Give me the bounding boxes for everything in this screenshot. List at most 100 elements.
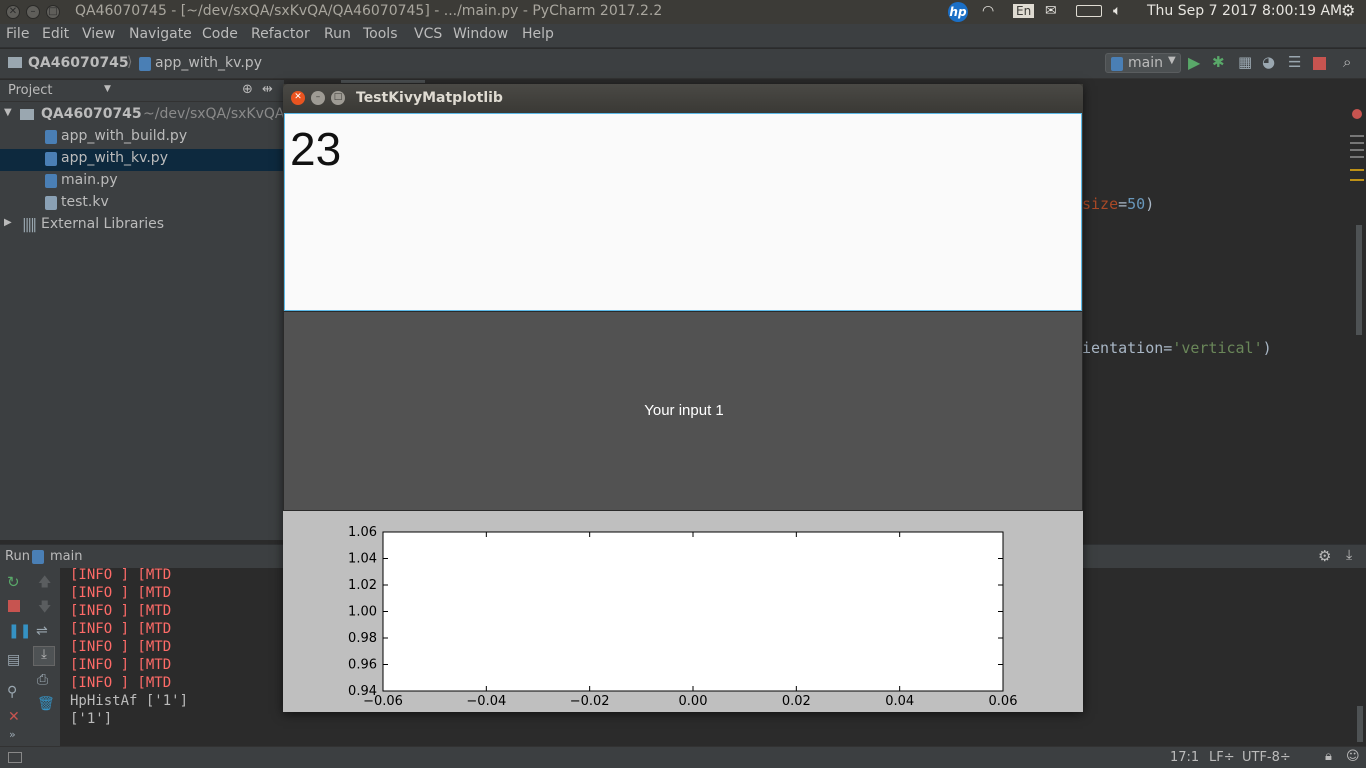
maximize-icon[interactable]: □ <box>331 91 345 105</box>
rerun-icon[interactable]: ↻ <box>7 573 20 591</box>
python-icon <box>1111 57 1123 71</box>
hp-icon[interactable]: hp <box>948 2 968 22</box>
kivy-title-bar[interactable]: ✕ – □ TestKivyMatplotlib <box>283 84 1083 113</box>
inspector-icon[interactable]: ☺ <box>1346 749 1360 764</box>
y-tick-label: 1.02 <box>348 578 377 593</box>
chevron-right-icon[interactable]: ▶ <box>4 217 12 228</box>
menu-view[interactable]: View <box>82 26 115 42</box>
concurrency-icon[interactable]: ☰ <box>1288 53 1301 71</box>
arrow-up-icon[interactable]: 🡅 <box>38 573 51 595</box>
console-scrollbar[interactable] <box>1357 706 1363 742</box>
maximize-window-button[interactable]: □ <box>46 5 60 19</box>
search-icon[interactable]: ⌕ <box>1343 53 1351 71</box>
arrow-down-icon[interactable]: 🡇 <box>38 598 51 620</box>
scroll-to-end-icon[interactable]: ⤓ <box>33 646 55 666</box>
minimize-window-button[interactable]: – <box>26 5 40 19</box>
profile-icon[interactable]: ◕ <box>1262 53 1275 71</box>
minimize-icon[interactable]: – <box>311 91 325 105</box>
run-panel-title: Run <box>5 549 30 564</box>
clock[interactable]: Thu Sep 7 2017 8:00:19 AM <box>1147 3 1342 19</box>
tree-external-libraries[interactable]: ▶ |||‖ External Libraries <box>0 215 284 237</box>
chevron-down-icon[interactable]: ▼ <box>104 84 111 94</box>
pin-icon[interactable]: ⚲ <box>7 684 17 700</box>
pause-icon[interactable]: ❚❚ <box>8 623 31 639</box>
close-icon[interactable]: ✕ <box>291 91 305 105</box>
close-window-button[interactable]: ✕ <box>6 5 20 19</box>
settings-icon[interactable]: ⇹ <box>262 82 273 97</box>
project-panel-header: Project ▼ ⊕ ⇹ <box>0 80 284 102</box>
breadcrumb-separator: ⟩ <box>127 54 133 70</box>
stop-icon[interactable] <box>1313 57 1326 70</box>
python-file-icon <box>45 152 57 166</box>
menu-navigate[interactable]: Navigate <box>129 26 192 42</box>
wifi-icon[interactable]: ◠ <box>982 3 994 19</box>
more-icon[interactable]: » <box>9 728 16 741</box>
run-tab-label[interactable]: main <box>50 549 82 564</box>
trash-icon[interactable]: 🗑︎ <box>37 696 55 712</box>
tree-file-label: test.kv <box>61 194 109 210</box>
chevron-down-icon[interactable]: ▼ <box>4 107 12 118</box>
gear-icon[interactable]: ⚙ <box>1341 1 1355 20</box>
caret-position[interactable]: 17:1 <box>1170 750 1199 765</box>
tree-root-label: QA46070745 <box>41 106 142 122</box>
line-separator[interactable]: LF÷ <box>1209 750 1235 765</box>
menu-window[interactable]: Window <box>453 26 508 42</box>
project-view-select[interactable]: Project <box>8 83 52 98</box>
tree-file-item[interactable]: test.kv <box>0 193 284 215</box>
folder-icon <box>20 109 34 120</box>
debug-icon[interactable]: ✱ <box>1212 53 1225 71</box>
folder-icon <box>8 57 22 68</box>
menu-help[interactable]: Help <box>522 26 554 42</box>
kivy-window-title: TestKivyMatplotlib <box>356 90 503 106</box>
project-panel: Project ▼ ⊕ ⇹ ▼ QA46070745 ~/dev/sxQA/sx… <box>0 80 284 540</box>
menu-code[interactable]: Code <box>202 26 238 42</box>
editor-scrollbar[interactable] <box>1356 225 1362 335</box>
keyboard-layout-indicator[interactable]: En <box>1013 4 1035 18</box>
editor-tab-indicator <box>341 80 425 83</box>
lock-icon[interactable]: 🔒︎ <box>1325 749 1332 764</box>
menu-tools[interactable]: Tools <box>363 26 398 42</box>
menu-vcs[interactable]: VCS <box>414 26 442 42</box>
matplotlib-canvas[interactable]: −0.06 −0.04 −0.02 0.00 0.02 0.04 0.06 1.06 1.04 1… <box>283 511 1083 712</box>
hide-panel-icon[interactable]: ⤓ <box>1346 547 1352 563</box>
y-tick-label: 1.00 <box>348 605 377 620</box>
tree-file-item[interactable]: main.py <box>0 171 284 193</box>
battery-icon[interactable] <box>1076 5 1102 17</box>
menu-run[interactable]: Run <box>324 26 351 42</box>
menu-file[interactable]: File <box>6 26 29 42</box>
file-encoding[interactable]: UTF-8÷ <box>1242 750 1291 765</box>
close-icon[interactable]: ✕ <box>8 709 20 725</box>
menu-edit[interactable]: Edit <box>42 26 69 42</box>
x-tick-label: 0.04 <box>885 694 914 709</box>
console-log-line: [INFO ] [MTD <box>70 585 172 601</box>
volume-icon[interactable]: 🔈︎ <box>1113 3 1121 19</box>
error-indicator-icon[interactable] <box>1352 109 1362 119</box>
run-config-select[interactable]: main ▼ <box>1105 53 1181 73</box>
menu-refactor[interactable]: Refactor <box>251 26 310 42</box>
stop-icon[interactable] <box>8 600 20 612</box>
console-output-line: ['1'] <box>70 711 113 727</box>
tool-windows-icon[interactable] <box>8 752 22 763</box>
x-tick-label: 0.02 <box>782 694 811 709</box>
print-icon[interactable]: ⎙ <box>37 672 48 688</box>
gutter-mark <box>1350 142 1364 144</box>
locate-icon[interactable]: ⊕ <box>242 82 253 97</box>
breadcrumb-project[interactable]: QA46070745 <box>28 55 129 71</box>
tree-file-label: app_with_kv.py <box>61 150 168 166</box>
y-tick-label: 1.06 <box>348 525 377 540</box>
mail-icon[interactable]: ✉ <box>1045 3 1057 19</box>
run-icon[interactable]: ▶ <box>1188 53 1200 72</box>
soft-wrap-icon[interactable]: ⇌ <box>36 623 48 639</box>
layout-icon[interactable]: ▤ <box>7 652 20 668</box>
gear-icon[interactable]: ⚙ <box>1318 547 1331 565</box>
breadcrumb-file[interactable]: app_with_kv.py <box>155 55 262 71</box>
console-log-line: [INFO ] [MTD <box>70 603 172 619</box>
tree-file-item[interactable]: app_with_kv.py <box>0 149 284 171</box>
console-log-line: [INFO ] [MTD <box>70 657 172 673</box>
kv-file-icon <box>45 196 57 210</box>
tree-file-item[interactable]: app_with_build.py <box>0 127 284 149</box>
coverage-icon[interactable]: ▦ <box>1238 53 1252 71</box>
tree-root[interactable]: ▼ QA46070745 ~/dev/sxQA/sxKvQA <box>0 105 284 127</box>
number-input[interactable]: 23 <box>284 113 1082 311</box>
y-tick-label: 0.96 <box>348 658 377 673</box>
